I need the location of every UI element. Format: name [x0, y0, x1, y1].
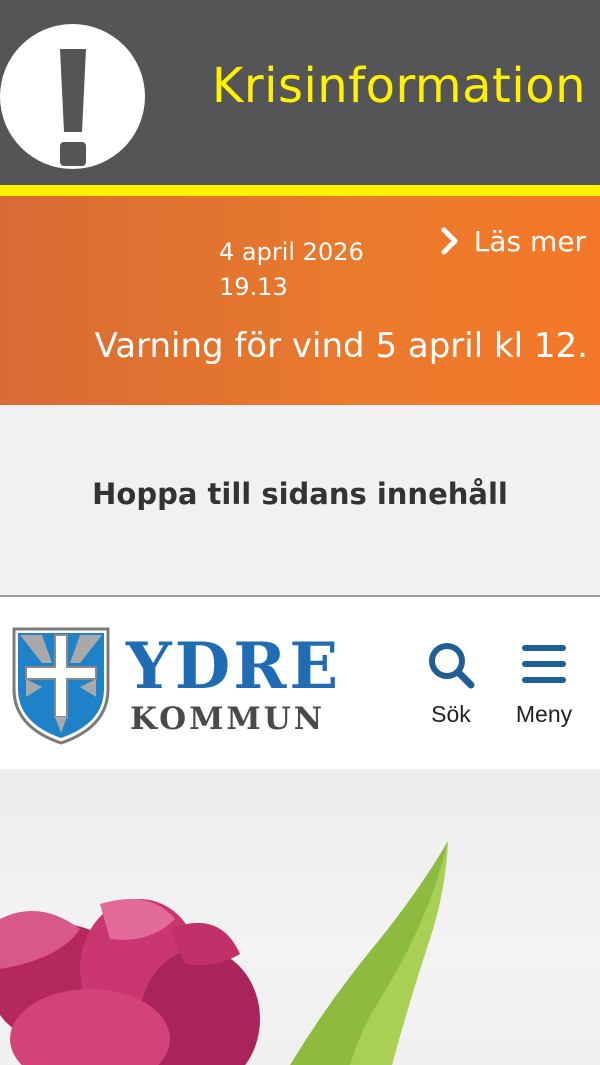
crisis-title: Krisinformation [211, 58, 586, 114]
warning-message: Varning för vind 5 april kl 12. [94, 326, 588, 366]
exclamation-icon [0, 24, 145, 169]
hamburger-icon [520, 641, 568, 693]
hero-image [0, 769, 600, 1065]
read-more-link[interactable]: Läs mer [440, 223, 586, 259]
warning-time: 19.13 [219, 273, 288, 301]
chevron-right-icon [440, 227, 460, 255]
site-header: YDRE KOMMUN Sök Meny [0, 599, 600, 769]
search-label: Sök [431, 701, 471, 727]
coat-of-arms-logo[interactable] [12, 627, 110, 749]
warning-date: 4 april 2026 [219, 238, 364, 266]
tulip-photo [0, 841, 448, 1065]
search-button[interactable]: Sök [424, 641, 478, 728]
search-icon [425, 641, 477, 693]
skip-link-area: Hoppa till sidans innehåll [0, 405, 600, 597]
menu-button[interactable]: Meny [504, 641, 584, 728]
logo-wordmark[interactable]: YDRE [126, 627, 341, 707]
logo-subtitle: KOMMUN [130, 701, 326, 737]
crisis-divider [0, 185, 600, 196]
crisis-banner[interactable]: Krisinformation [0, 0, 600, 185]
menu-label: Meny [515, 701, 573, 727]
warning-banner: 4 april 2026 19.13 Läs mer Varning för v… [0, 196, 600, 405]
skip-to-content-link[interactable]: Hoppa till sidans innehåll [0, 477, 600, 511]
read-more-label: Läs mer [473, 224, 586, 258]
